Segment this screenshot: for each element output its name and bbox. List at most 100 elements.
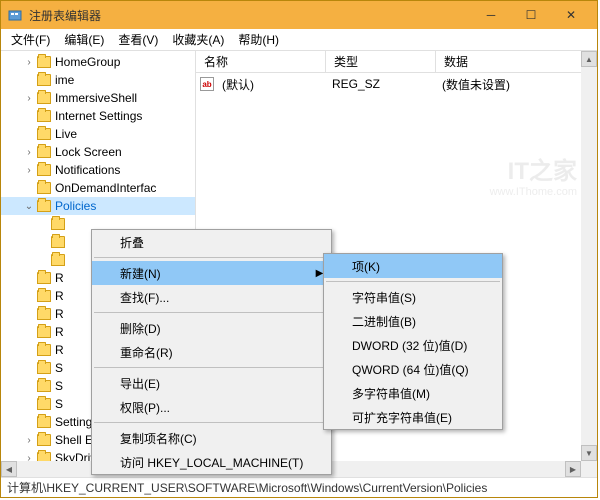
folder-icon (37, 74, 51, 86)
sub-multistring[interactable]: 多字符串值(M) (324, 381, 502, 405)
folder-icon (37, 290, 51, 302)
ctx-separator (94, 257, 329, 258)
chevron-right-icon[interactable] (23, 416, 35, 428)
tree-item[interactable]: OnDemandInterfac (1, 179, 195, 197)
folder-icon (37, 56, 51, 68)
chevron-right-icon[interactable] (23, 128, 35, 140)
app-icon (7, 7, 23, 23)
tree-item[interactable]: › HomeGroup (1, 53, 195, 71)
status-path: 计算机\HKEY_CURRENT_USER\SOFTWARE\Microsoft… (7, 479, 487, 496)
ctx-copyname[interactable]: 复制项名称(C) (92, 426, 331, 450)
tree-item-label: HomeGroup (55, 55, 120, 69)
tree-item-label: R (55, 271, 64, 285)
chevron-right-icon[interactable]: › (23, 434, 35, 446)
value-row[interactable]: ab (默认) REG_SZ (数值未设置) (196, 75, 597, 93)
tree-item[interactable]: Live (1, 125, 195, 143)
sub-binary[interactable]: 二进制值(B) (324, 309, 502, 333)
new-submenu: 项(K) 字符串值(S) 二进制值(B) DWORD (32 位)值(D) QW… (323, 253, 503, 430)
watermark: IT之家 (508, 151, 577, 186)
chevron-right-icon[interactable] (23, 272, 35, 284)
tree-item-label: R (55, 325, 64, 339)
tree-item-label: S (55, 397, 63, 411)
ctx-collapse[interactable]: 折叠 (92, 230, 331, 254)
tree-item-label: Policies (55, 199, 96, 213)
menu-file[interactable]: 文件(F) (5, 29, 56, 50)
tree-item[interactable]: Internet Settings (1, 107, 195, 125)
sub-expandstring[interactable]: 可扩充字符串值(E) (324, 405, 502, 429)
chevron-right-icon[interactable] (37, 254, 49, 266)
ctx-permissions[interactable]: 权限(P)... (92, 395, 331, 419)
chevron-right-icon[interactable] (23, 308, 35, 320)
ctx-export[interactable]: 导出(E) (92, 371, 331, 395)
folder-icon (37, 344, 51, 356)
value-type: REG_SZ (328, 77, 438, 91)
ctx-find[interactable]: 查找(F)... (92, 285, 331, 309)
values-header: 名称 类型 数据 (196, 51, 597, 73)
values-body[interactable]: ab (默认) REG_SZ (数值未设置) (196, 73, 597, 95)
col-name[interactable]: 名称 (196, 51, 326, 72)
tree-item-label: Internet Settings (55, 109, 142, 123)
maximize-button[interactable]: ☐ (511, 3, 551, 27)
tree-item[interactable]: ›Notifications (1, 161, 195, 179)
menu-favorites[interactable]: 收藏夹(A) (166, 29, 230, 50)
ctx-rename[interactable]: 重命名(R) (92, 340, 331, 364)
chevron-right-icon[interactable] (37, 218, 49, 230)
tree-item-label: ime (55, 73, 74, 87)
context-menu: 折叠 新建(N)▶ 查找(F)... 删除(D) 重命名(R) 导出(E) 权限… (91, 229, 332, 475)
chevron-right-icon[interactable] (23, 398, 35, 410)
sub-key[interactable]: 项(K) (324, 254, 502, 278)
tree-item[interactable]: ⌄ Policies (1, 197, 195, 215)
ctx-separator (94, 312, 329, 313)
chevron-right-icon[interactable] (23, 344, 35, 356)
regedit-window: 注册表编辑器 ─ ☐ ✕ 文件(F) 编辑(E) 查看(V) 收藏夹(A) 帮助… (0, 0, 598, 498)
chevron-right-icon[interactable]: › (23, 92, 35, 104)
chevron-right-icon[interactable] (37, 236, 49, 248)
string-value-icon: ab (200, 77, 214, 91)
chevron-down-icon[interactable]: ⌄ (23, 200, 35, 212)
chevron-right-icon[interactable] (23, 290, 35, 302)
sub-qword[interactable]: QWORD (64 位)值(Q) (324, 357, 502, 381)
window-controls: ─ ☐ ✕ (471, 3, 591, 27)
tree-item[interactable]: ime (1, 71, 195, 89)
chevron-right-icon[interactable]: › (23, 164, 35, 176)
scroll-left-button[interactable]: ◀ (1, 461, 17, 477)
tree-item-label: R (55, 343, 64, 357)
chevron-right-icon[interactable] (23, 182, 35, 194)
chevron-right-icon[interactable]: › (23, 146, 35, 158)
menubar: 文件(F) 编辑(E) 查看(V) 收藏夹(A) 帮助(H) (1, 29, 597, 51)
tree-item[interactable]: › Lock Screen (1, 143, 195, 161)
folder-icon (37, 326, 51, 338)
tree-item-label: Lock Screen (55, 145, 122, 159)
tree-item[interactable]: ›ImmersiveShell (1, 89, 195, 107)
ctx-delete[interactable]: 删除(D) (92, 316, 331, 340)
sub-string[interactable]: 字符串值(S) (324, 285, 502, 309)
watermark-url: www.IThome.com (490, 186, 577, 198)
folder-icon (37, 434, 51, 446)
folder-icon (37, 272, 51, 284)
statusbar: 计算机\HKEY_CURRENT_USER\SOFTWARE\Microsoft… (1, 477, 597, 497)
folder-icon (37, 128, 51, 140)
ctx-goto[interactable]: 访问 HKEY_LOCAL_MACHINE(T) (92, 450, 331, 474)
folder-icon (37, 110, 51, 122)
chevron-right-icon[interactable]: › (23, 56, 35, 68)
menu-edit[interactable]: 编辑(E) (58, 29, 110, 50)
menu-help[interactable]: 帮助(H) (232, 29, 285, 50)
minimize-button[interactable]: ─ (471, 3, 511, 27)
col-type[interactable]: 类型 (326, 51, 436, 72)
col-data[interactable]: 数据 (436, 51, 597, 72)
chevron-right-icon[interactable] (23, 74, 35, 86)
chevron-right-icon[interactable] (23, 362, 35, 374)
folder-icon (37, 164, 51, 176)
sub-dword[interactable]: DWORD (32 位)值(D) (324, 333, 502, 357)
folder-icon (51, 254, 65, 266)
ctx-new[interactable]: 新建(N)▶ (92, 261, 331, 285)
menu-view[interactable]: 查看(V) (112, 29, 164, 50)
chevron-right-icon[interactable] (23, 110, 35, 122)
chevron-right-icon[interactable] (23, 380, 35, 392)
close-button[interactable]: ✕ (551, 3, 591, 27)
window-title: 注册表编辑器 (29, 7, 471, 24)
chevron-right-icon[interactable] (23, 326, 35, 338)
folder-icon (37, 182, 51, 194)
value-data: (数值未设置) (438, 76, 514, 93)
folder-icon (37, 146, 51, 158)
